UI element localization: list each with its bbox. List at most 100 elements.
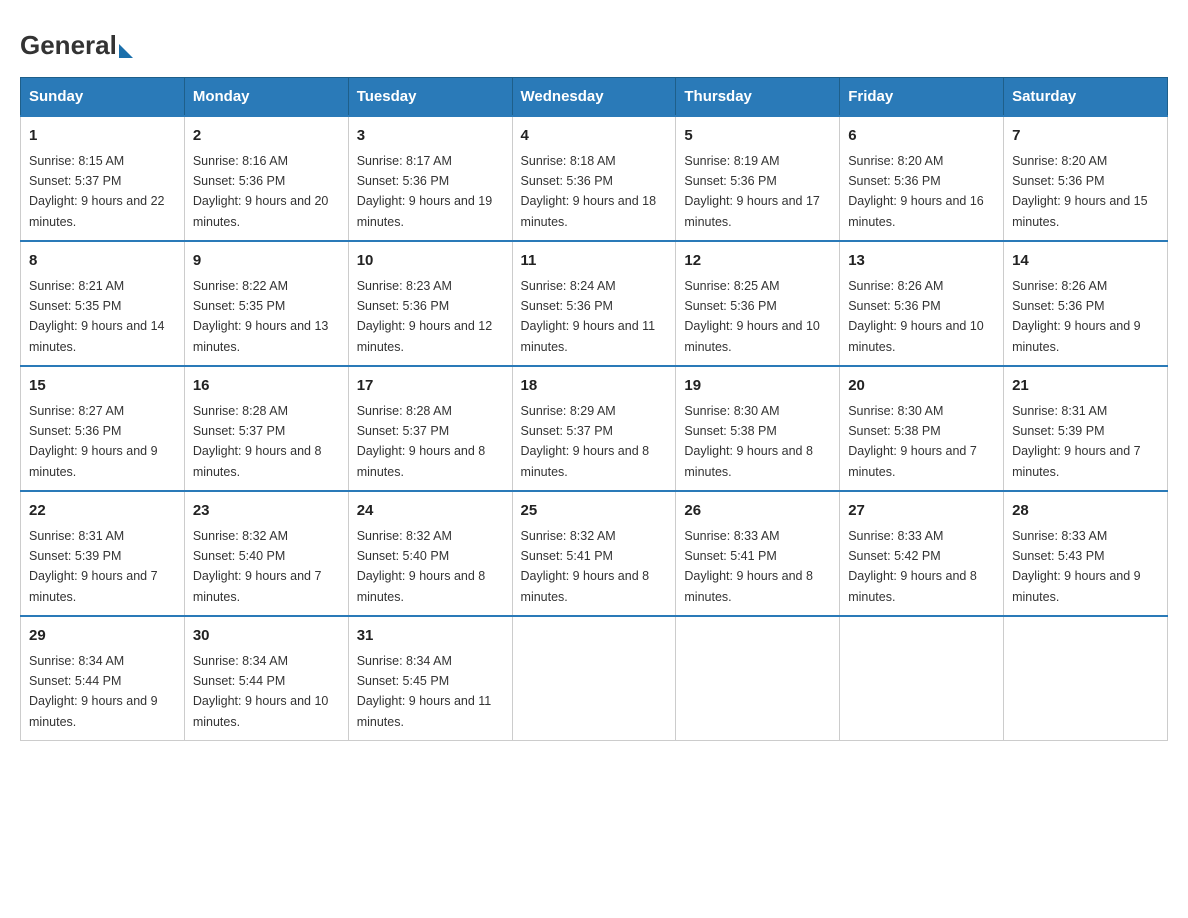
table-row: 11 Sunrise: 8:24 AMSunset: 5:36 PMDaylig… <box>512 241 676 366</box>
day-number: 24 <box>357 500 504 523</box>
day-info: Sunrise: 8:33 AMSunset: 5:43 PMDaylight:… <box>1012 529 1141 604</box>
day-info: Sunrise: 8:15 AMSunset: 5:37 PMDaylight:… <box>29 154 165 229</box>
day-info: Sunrise: 8:28 AMSunset: 5:37 PMDaylight:… <box>357 404 486 479</box>
calendar-week-row: 1 Sunrise: 8:15 AMSunset: 5:37 PMDayligh… <box>21 116 1168 241</box>
header-wednesday: Wednesday <box>512 78 676 117</box>
day-number: 17 <box>357 375 504 398</box>
table-row: 23 Sunrise: 8:32 AMSunset: 5:40 PMDaylig… <box>184 491 348 616</box>
day-number: 13 <box>848 250 995 273</box>
day-info: Sunrise: 8:31 AMSunset: 5:39 PMDaylight:… <box>29 529 158 604</box>
day-number: 10 <box>357 250 504 273</box>
table-row: 4 Sunrise: 8:18 AMSunset: 5:36 PMDayligh… <box>512 116 676 241</box>
day-info: Sunrise: 8:23 AMSunset: 5:36 PMDaylight:… <box>357 279 493 354</box>
table-row: 3 Sunrise: 8:17 AMSunset: 5:36 PMDayligh… <box>348 116 512 241</box>
table-row: 7 Sunrise: 8:20 AMSunset: 5:36 PMDayligh… <box>1004 116 1168 241</box>
weekday-header-row: Sunday Monday Tuesday Wednesday Thursday… <box>21 78 1168 117</box>
day-info: Sunrise: 8:22 AMSunset: 5:35 PMDaylight:… <box>193 279 329 354</box>
calendar-table: Sunday Monday Tuesday Wednesday Thursday… <box>20 77 1168 741</box>
table-row: 28 Sunrise: 8:33 AMSunset: 5:43 PMDaylig… <box>1004 491 1168 616</box>
day-info: Sunrise: 8:29 AMSunset: 5:37 PMDaylight:… <box>521 404 650 479</box>
table-row: 31 Sunrise: 8:34 AMSunset: 5:45 PMDaylig… <box>348 616 512 741</box>
day-number: 1 <box>29 125 176 148</box>
day-info: Sunrise: 8:27 AMSunset: 5:36 PMDaylight:… <box>29 404 158 479</box>
table-row: 20 Sunrise: 8:30 AMSunset: 5:38 PMDaylig… <box>840 366 1004 491</box>
day-number: 31 <box>357 625 504 648</box>
day-number: 15 <box>29 375 176 398</box>
table-row: 29 Sunrise: 8:34 AMSunset: 5:44 PMDaylig… <box>21 616 185 741</box>
day-info: Sunrise: 8:33 AMSunset: 5:41 PMDaylight:… <box>684 529 813 604</box>
header-thursday: Thursday <box>676 78 840 117</box>
day-info: Sunrise: 8:31 AMSunset: 5:39 PMDaylight:… <box>1012 404 1141 479</box>
day-info: Sunrise: 8:16 AMSunset: 5:36 PMDaylight:… <box>193 154 329 229</box>
day-info: Sunrise: 8:18 AMSunset: 5:36 PMDaylight:… <box>521 154 657 229</box>
table-row: 15 Sunrise: 8:27 AMSunset: 5:36 PMDaylig… <box>21 366 185 491</box>
day-number: 29 <box>29 625 176 648</box>
day-info: Sunrise: 8:21 AMSunset: 5:35 PMDaylight:… <box>29 279 165 354</box>
day-info: Sunrise: 8:26 AMSunset: 5:36 PMDaylight:… <box>1012 279 1141 354</box>
day-number: 27 <box>848 500 995 523</box>
header-friday: Friday <box>840 78 1004 117</box>
table-row: 17 Sunrise: 8:28 AMSunset: 5:37 PMDaylig… <box>348 366 512 491</box>
calendar-week-row: 15 Sunrise: 8:27 AMSunset: 5:36 PMDaylig… <box>21 366 1168 491</box>
day-info: Sunrise: 8:30 AMSunset: 5:38 PMDaylight:… <box>848 404 977 479</box>
day-number: 23 <box>193 500 340 523</box>
day-number: 16 <box>193 375 340 398</box>
logo: General <box>20 30 133 57</box>
day-number: 7 <box>1012 125 1159 148</box>
day-info: Sunrise: 8:32 AMSunset: 5:41 PMDaylight:… <box>521 529 650 604</box>
day-number: 18 <box>521 375 668 398</box>
table-row: 24 Sunrise: 8:32 AMSunset: 5:40 PMDaylig… <box>348 491 512 616</box>
calendar-week-row: 8 Sunrise: 8:21 AMSunset: 5:35 PMDayligh… <box>21 241 1168 366</box>
table-row: 26 Sunrise: 8:33 AMSunset: 5:41 PMDaylig… <box>676 491 840 616</box>
table-row <box>840 616 1004 741</box>
day-number: 28 <box>1012 500 1159 523</box>
day-info: Sunrise: 8:34 AMSunset: 5:45 PMDaylight:… <box>357 654 492 729</box>
table-row <box>676 616 840 741</box>
day-info: Sunrise: 8:34 AMSunset: 5:44 PMDaylight:… <box>193 654 329 729</box>
table-row <box>1004 616 1168 741</box>
table-row: 19 Sunrise: 8:30 AMSunset: 5:38 PMDaylig… <box>676 366 840 491</box>
day-info: Sunrise: 8:25 AMSunset: 5:36 PMDaylight:… <box>684 279 820 354</box>
day-info: Sunrise: 8:34 AMSunset: 5:44 PMDaylight:… <box>29 654 158 729</box>
calendar-week-row: 22 Sunrise: 8:31 AMSunset: 5:39 PMDaylig… <box>21 491 1168 616</box>
table-row: 1 Sunrise: 8:15 AMSunset: 5:37 PMDayligh… <box>21 116 185 241</box>
table-row <box>512 616 676 741</box>
day-number: 26 <box>684 500 831 523</box>
table-row: 8 Sunrise: 8:21 AMSunset: 5:35 PMDayligh… <box>21 241 185 366</box>
header-monday: Monday <box>184 78 348 117</box>
table-row: 25 Sunrise: 8:32 AMSunset: 5:41 PMDaylig… <box>512 491 676 616</box>
table-row: 14 Sunrise: 8:26 AMSunset: 5:36 PMDaylig… <box>1004 241 1168 366</box>
day-number: 3 <box>357 125 504 148</box>
table-row: 18 Sunrise: 8:29 AMSunset: 5:37 PMDaylig… <box>512 366 676 491</box>
day-number: 21 <box>1012 375 1159 398</box>
day-info: Sunrise: 8:32 AMSunset: 5:40 PMDaylight:… <box>357 529 486 604</box>
day-number: 25 <box>521 500 668 523</box>
table-row: 6 Sunrise: 8:20 AMSunset: 5:36 PMDayligh… <box>840 116 1004 241</box>
header-sunday: Sunday <box>21 78 185 117</box>
day-number: 30 <box>193 625 340 648</box>
table-row: 21 Sunrise: 8:31 AMSunset: 5:39 PMDaylig… <box>1004 366 1168 491</box>
day-info: Sunrise: 8:33 AMSunset: 5:42 PMDaylight:… <box>848 529 977 604</box>
day-number: 12 <box>684 250 831 273</box>
table-row: 10 Sunrise: 8:23 AMSunset: 5:36 PMDaylig… <box>348 241 512 366</box>
day-number: 19 <box>684 375 831 398</box>
day-number: 8 <box>29 250 176 273</box>
day-info: Sunrise: 8:30 AMSunset: 5:38 PMDaylight:… <box>684 404 813 479</box>
day-number: 9 <box>193 250 340 273</box>
day-info: Sunrise: 8:20 AMSunset: 5:36 PMDaylight:… <box>848 154 984 229</box>
logo-arrow-icon <box>119 44 133 58</box>
table-row: 16 Sunrise: 8:28 AMSunset: 5:37 PMDaylig… <box>184 366 348 491</box>
table-row: 27 Sunrise: 8:33 AMSunset: 5:42 PMDaylig… <box>840 491 1004 616</box>
day-info: Sunrise: 8:19 AMSunset: 5:36 PMDaylight:… <box>684 154 820 229</box>
day-number: 20 <box>848 375 995 398</box>
logo-general: General <box>20 30 133 60</box>
header-tuesday: Tuesday <box>348 78 512 117</box>
day-number: 5 <box>684 125 831 148</box>
table-row: 2 Sunrise: 8:16 AMSunset: 5:36 PMDayligh… <box>184 116 348 241</box>
day-number: 22 <box>29 500 176 523</box>
day-number: 2 <box>193 125 340 148</box>
day-number: 14 <box>1012 250 1159 273</box>
table-row: 22 Sunrise: 8:31 AMSunset: 5:39 PMDaylig… <box>21 491 185 616</box>
table-row: 12 Sunrise: 8:25 AMSunset: 5:36 PMDaylig… <box>676 241 840 366</box>
day-info: Sunrise: 8:17 AMSunset: 5:36 PMDaylight:… <box>357 154 493 229</box>
